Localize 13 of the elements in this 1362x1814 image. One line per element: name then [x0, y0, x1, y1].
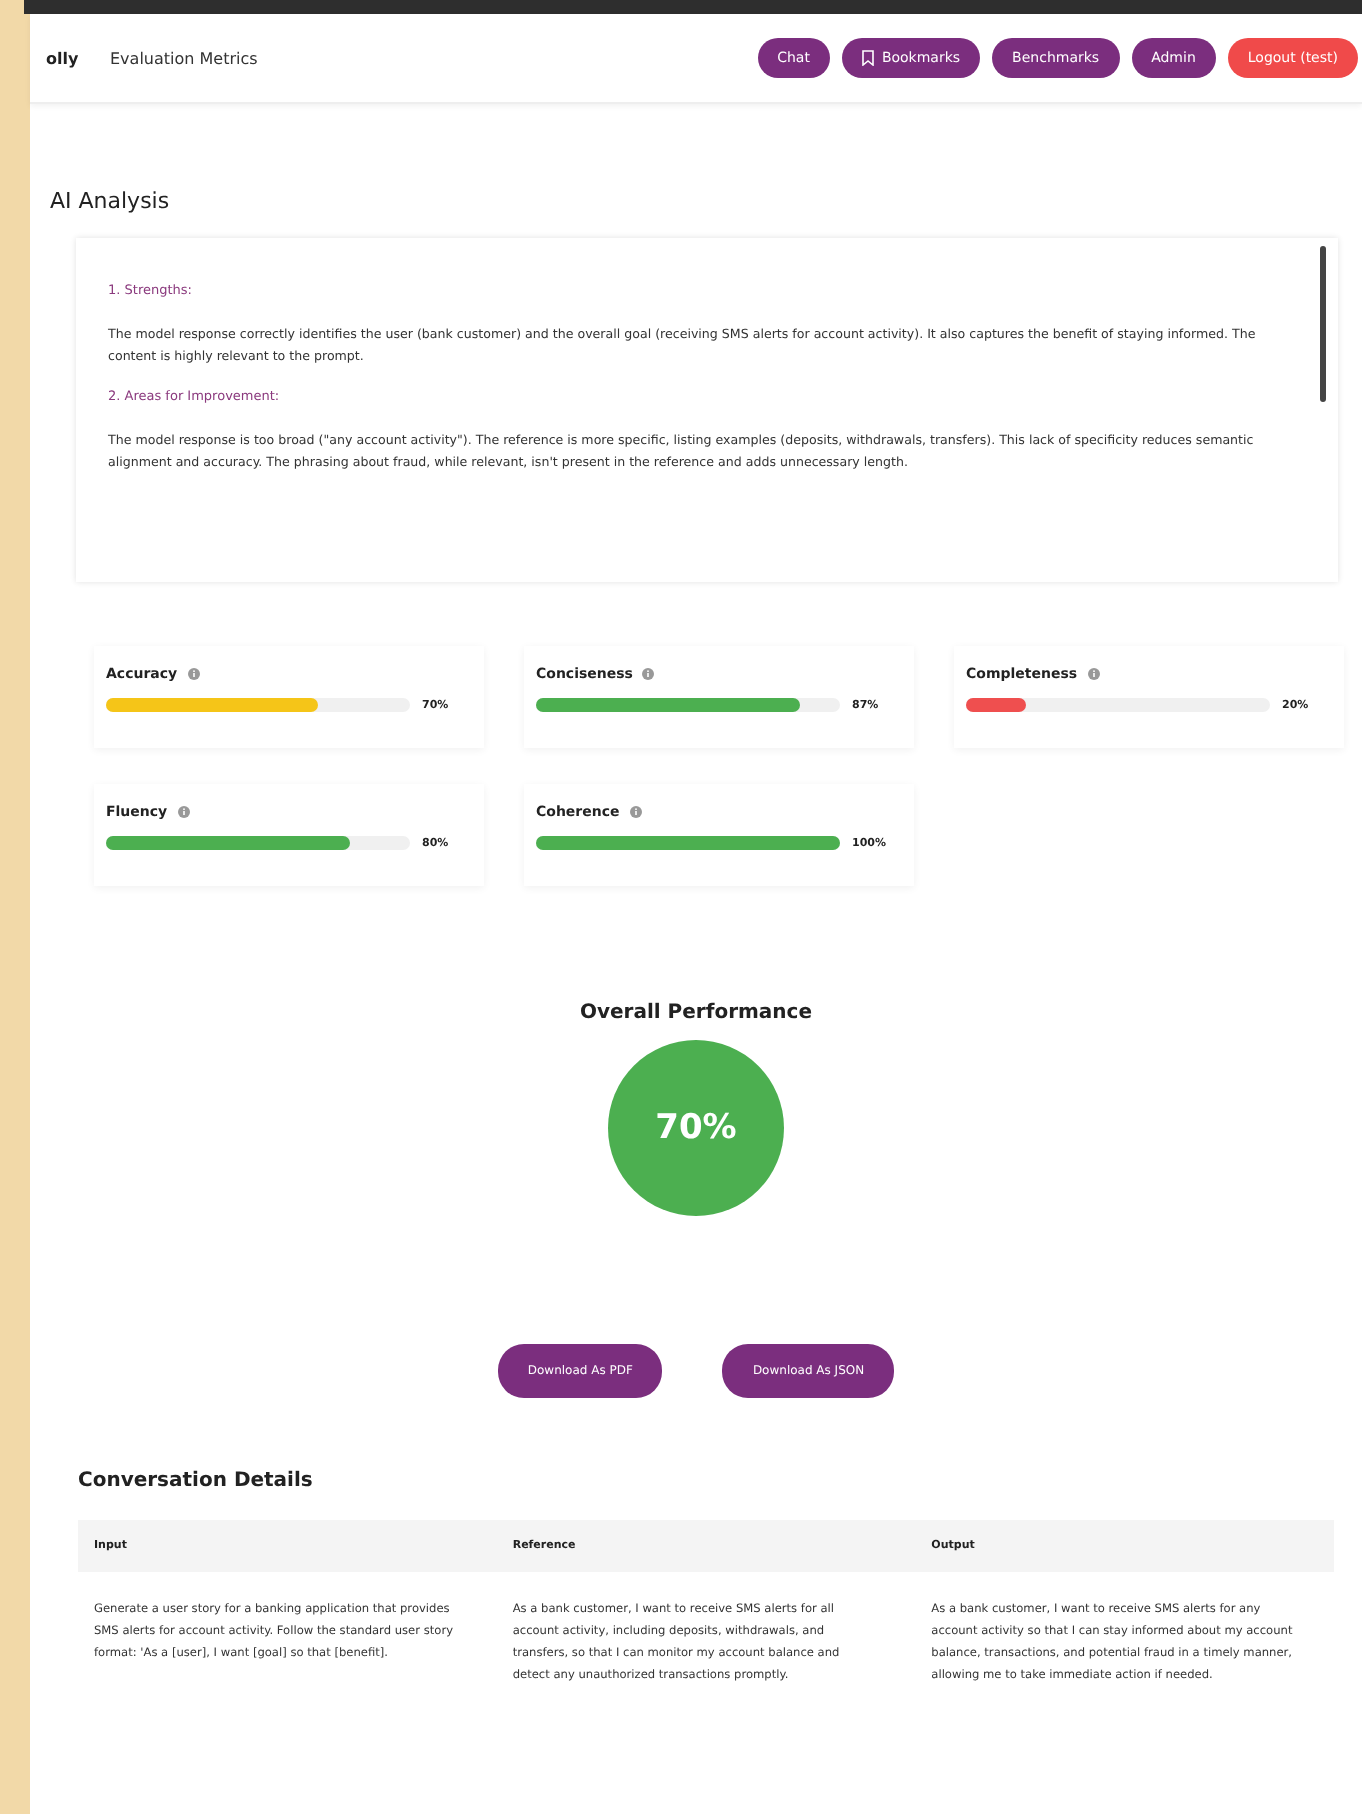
bookmark-icon [861, 50, 874, 66]
info-icon[interactable] [642, 668, 655, 680]
section-title: AI Analysis [50, 188, 172, 214]
score-circle: 70% [608, 1040, 784, 1216]
page-title: Evaluation Metrics [110, 49, 260, 67]
info-icon[interactable] [629, 806, 642, 818]
logo: olly [46, 49, 81, 67]
info-icon[interactable] [1087, 668, 1100, 680]
scrollbar-thumb[interactable] [1320, 246, 1326, 402]
overall-title: Overall Performance [579, 1002, 812, 1024]
info-icon[interactable] [187, 668, 200, 680]
section-title: Conversation Details [78, 1470, 315, 1492]
info-icon[interactable] [177, 806, 190, 818]
